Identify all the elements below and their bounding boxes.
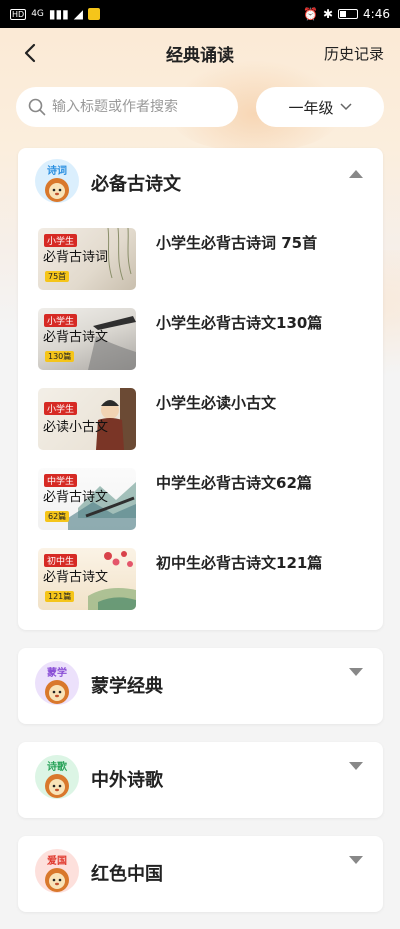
search-box[interactable]	[16, 87, 238, 127]
book-title: 小学生必背古诗词 75首	[156, 234, 318, 252]
book-item[interactable]: 初中生 必背古诗文 121篇 初中生必背古诗文121篇	[38, 548, 368, 612]
signal-type: 4G	[31, 9, 44, 19]
book-title: 小学生必读小古文	[156, 394, 277, 412]
chevron-down-icon	[339, 103, 352, 111]
lion-mascot-icon	[45, 680, 69, 704]
cover-title: 必背古诗文	[43, 330, 109, 345]
book-item[interactable]: 小学生 必背古诗文 130篇 小学生必背古诗文130篇	[38, 308, 368, 372]
category-title: 必备古诗文	[91, 174, 181, 195]
cover-count: 121篇	[45, 591, 75, 602]
expand-arrow-icon[interactable]	[349, 856, 363, 864]
category-title: 中外诗歌	[91, 770, 163, 791]
expand-arrow-icon[interactable]	[349, 762, 363, 770]
book-cover: 初中生 必背古诗文 121篇	[38, 548, 136, 610]
expand-arrow-icon[interactable]	[349, 668, 363, 676]
app-notification-icon	[87, 8, 100, 20]
search-input[interactable]	[52, 99, 222, 115]
battery-icon	[338, 9, 359, 19]
back-arrow-icon	[24, 43, 36, 63]
page-title: 经典诵读	[166, 45, 234, 66]
category-card-poetry: 诗词 必备古诗文 小学生 必背古诗词 75首 小学生必背古诗词 75首 小学生 …	[18, 148, 383, 630]
grade-select-value: 一年级	[288, 98, 334, 117]
book-title: 初中生必背古诗文121篇	[156, 554, 323, 572]
cover-count: 62篇	[45, 511, 70, 522]
signal-icon: ▮▮▮	[48, 7, 69, 21]
lion-mascot-icon	[45, 178, 69, 202]
category-card-enlightenment[interactable]: 蒙学 蒙学经典	[18, 648, 383, 724]
category-title: 蒙学经典	[91, 676, 163, 697]
cover-count: 130篇	[45, 351, 75, 362]
wifi-icon: ◢	[73, 7, 83, 21]
collapse-arrow-icon[interactable]	[349, 170, 363, 178]
lion-mascot-icon	[45, 868, 69, 892]
bluetooth-icon: ✱	[322, 7, 334, 21]
category-header[interactable]: 蒙学 蒙学经典	[18, 648, 383, 724]
category-title: 红色中国	[91, 864, 163, 885]
cover-title: 必背古诗文	[43, 570, 109, 585]
status-bar: HD 4G ▮▮▮ ◢ ⏰ ✱ 4:46	[0, 0, 400, 28]
cover-badge: 小学生	[44, 402, 78, 415]
category-card-poems[interactable]: 诗歌 中外诗歌	[18, 742, 383, 818]
search-icon	[28, 98, 46, 116]
category-avatar: 诗词	[35, 159, 79, 203]
book-cover: 小学生 必读小古文	[38, 388, 136, 450]
back-button[interactable]	[18, 41, 42, 65]
book-title: 小学生必背古诗文130篇	[156, 314, 323, 332]
lion-mascot-icon	[45, 774, 69, 798]
category-header[interactable]: 诗歌 中外诗歌	[18, 742, 383, 818]
history-link[interactable]: 历史记录	[324, 43, 384, 64]
category-card-red-china[interactable]: 爱国 红色中国	[18, 836, 383, 912]
category-avatar: 爱国	[35, 849, 79, 893]
category-header[interactable]: 爱国 红色中国	[18, 836, 383, 912]
cover-title: 必背古诗词	[43, 250, 109, 265]
clock: 4:46	[363, 7, 390, 21]
nav-bar: 经典诵读 历史记录	[0, 28, 400, 78]
book-cover: 小学生 必背古诗文 130篇	[38, 308, 136, 370]
cover-title: 必读小古文	[43, 420, 109, 435]
book-item[interactable]: 中学生 必背古诗文 62篇 中学生必背古诗文62篇	[38, 468, 368, 532]
book-item[interactable]: 小学生 必背古诗词 75首 小学生必背古诗词 75首	[38, 228, 368, 292]
category-avatar: 蒙学	[35, 661, 79, 705]
category-avatar: 诗歌	[35, 755, 79, 799]
category-header[interactable]: 诗词 必备古诗文	[18, 148, 383, 220]
hd-indicator: HD	[10, 8, 27, 20]
book-title: 中学生必背古诗文62篇	[156, 474, 312, 492]
alarm-icon: ⏰	[303, 7, 318, 21]
book-item[interactable]: 小学生 必读小古文 小学生必读小古文	[38, 388, 368, 452]
cover-title: 必背古诗文	[43, 490, 109, 505]
book-cover: 中学生 必背古诗文 62篇	[38, 468, 136, 530]
book-cover: 小学生 必背古诗词 75首	[38, 228, 136, 290]
grade-select[interactable]: 一年级	[256, 87, 384, 127]
search-row: 一年级	[16, 87, 384, 127]
cover-count: 75首	[45, 271, 70, 282]
